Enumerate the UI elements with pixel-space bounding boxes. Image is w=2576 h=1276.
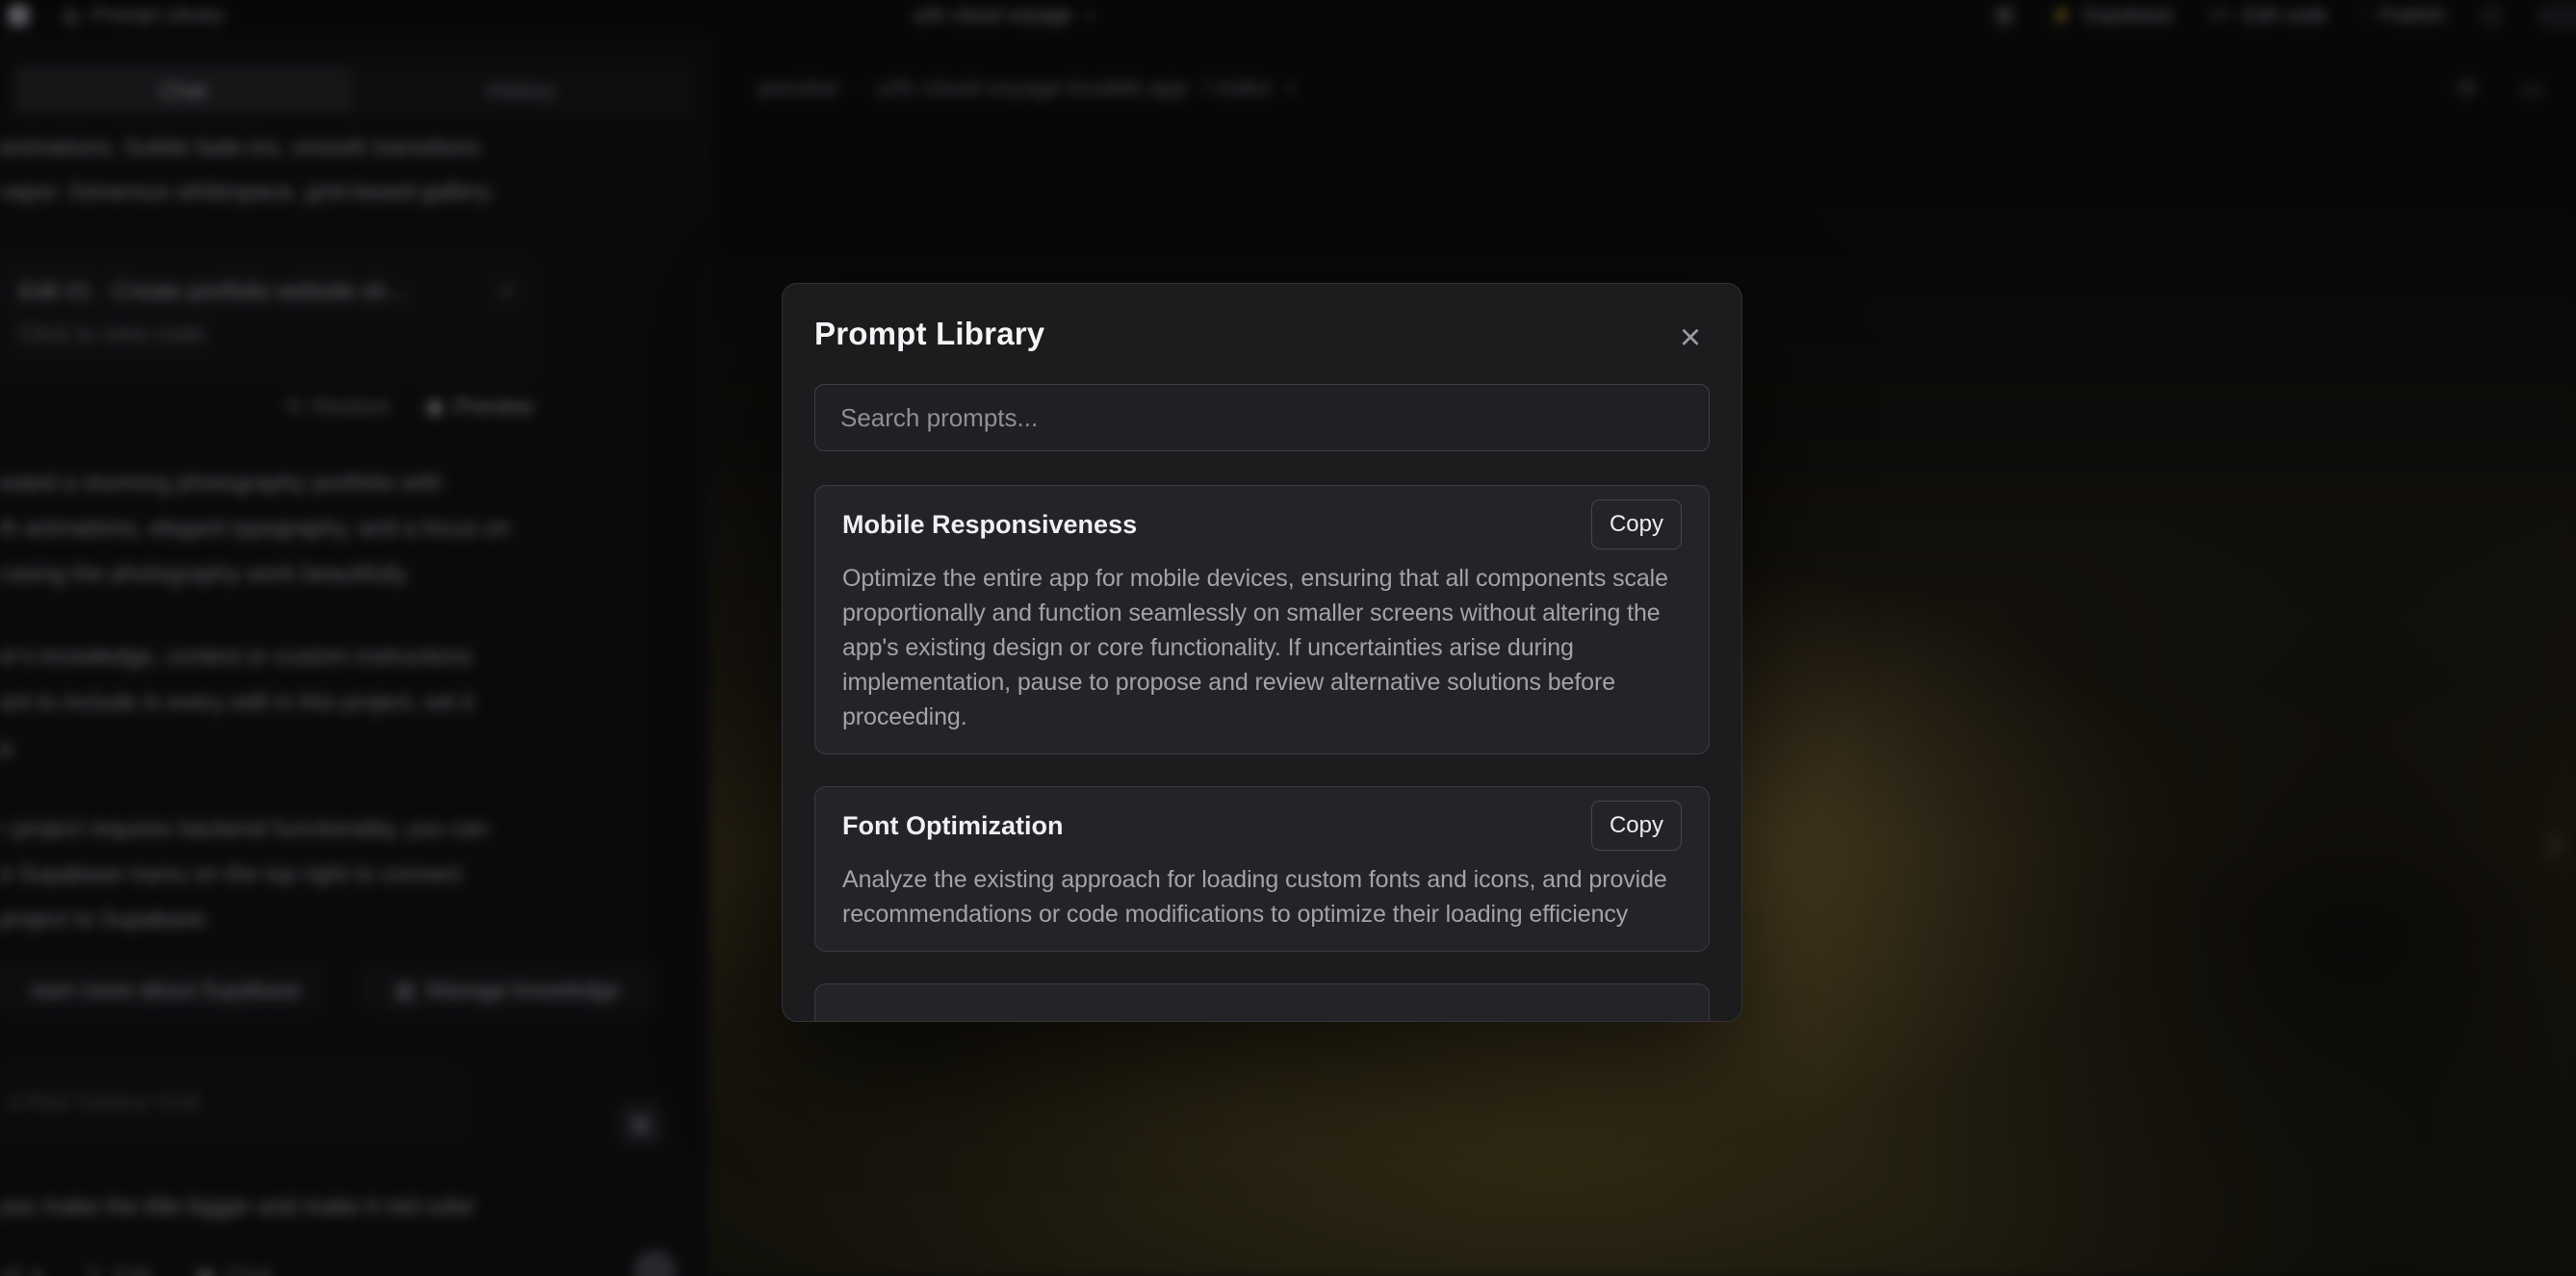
prompt-card-header: Font Optimization Copy (842, 801, 1682, 851)
copy-button[interactable]: Copy (1591, 801, 1682, 851)
prompt-card-partial (814, 983, 1710, 1022)
search-input[interactable] (814, 384, 1710, 451)
prompt-card-header: Mobile Responsiveness Copy (842, 499, 1682, 549)
prompt-description: Analyze the existing approach for loadin… (842, 862, 1682, 931)
prompt-title: Mobile Responsiveness (842, 510, 1137, 540)
prompt-list: Mobile Responsiveness Copy Optimize the … (814, 485, 1710, 1022)
prompt-card-mobile-responsiveness: Mobile Responsiveness Copy Optimize the … (814, 485, 1710, 754)
prompt-card-font-optimization: Font Optimization Copy Analyze the exist… (814, 786, 1710, 952)
prompt-description: Optimize the entire app for mobile devic… (842, 561, 1682, 734)
modal-header: Prompt Library × (814, 284, 1710, 384)
prompt-library-modal: Prompt Library × Mobile Responsiveness C… (782, 283, 1742, 1022)
modal-title: Prompt Library (814, 316, 1044, 352)
close-icon[interactable]: × (1669, 317, 1712, 359)
app-window: ▤ Prompt Library urfc cloud voyage ▾ ⚙ ⚡… (0, 0, 2576, 1276)
prompt-title: Font Optimization (842, 811, 1063, 841)
copy-button[interactable]: Copy (1591, 499, 1682, 549)
